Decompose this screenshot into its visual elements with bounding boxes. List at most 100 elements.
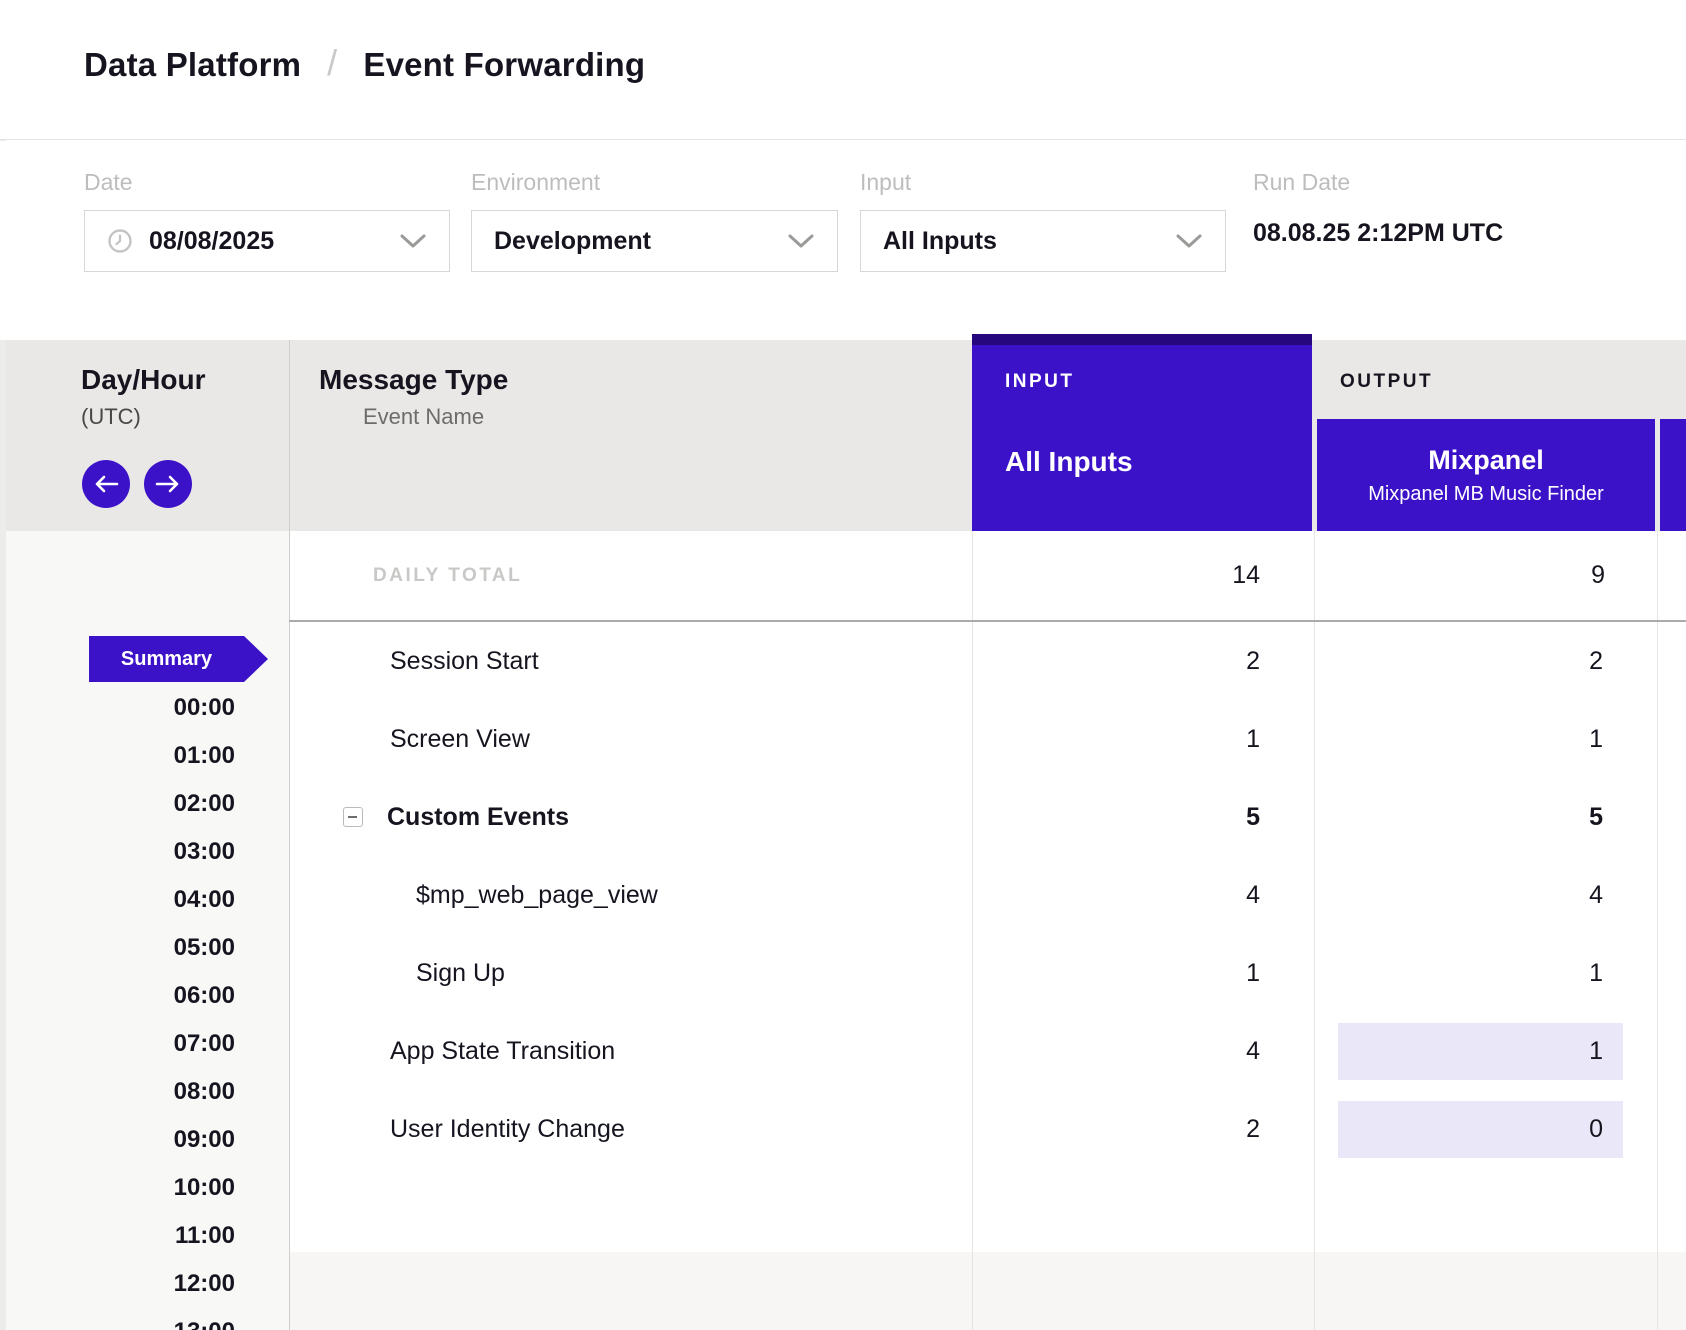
hour-slot-0700[interactable]: 07:00: [6, 1029, 235, 1059]
table-row: Sign Up 1 1: [289, 934, 1686, 1012]
page-header: Data Platform / Event Forwarding: [0, 0, 1686, 140]
event-forwarding-page: Data Platform / Event Forwarding Date 08…: [0, 0, 1686, 1330]
environment-select[interactable]: Development: [471, 210, 838, 272]
day-hour-title: Day/Hour: [81, 364, 205, 396]
collapse-minus-icon[interactable]: [343, 807, 363, 827]
chevron-down-icon: [399, 233, 427, 250]
run-date-value: 08.08.25 2:12PM UTC: [1253, 219, 1503, 248]
event-name-label: $mp_web_page_view: [416, 881, 658, 910]
input-count-cell: 5: [972, 803, 1314, 832]
table-row: User Identity Change 20: [289, 1090, 1686, 1168]
output-count-cell: 1: [1314, 700, 1657, 778]
input-filter: Input All Inputs: [860, 169, 1226, 272]
page-title: Event Forwarding: [363, 46, 645, 84]
mixpanel-subtitle: Mixpanel MB Music Finder: [1317, 483, 1655, 506]
output-count-cell: 1: [1314, 934, 1657, 1012]
input-section-label: INPUT: [1005, 371, 1075, 393]
output-count-cell: 0: [1314, 1090, 1657, 1168]
table-footer-area: [289, 1252, 1686, 1330]
day-hour-subtitle: (UTC): [81, 404, 205, 430]
input-filter-label: Input: [860, 169, 1226, 196]
hour-slot-1000[interactable]: 10:00: [6, 1173, 235, 1203]
output-count-highlighted[interactable]: 1: [1338, 1023, 1623, 1080]
run-date-label: Run Date: [1253, 169, 1503, 196]
hour-slot-0800[interactable]: 08:00: [6, 1077, 235, 1107]
hour-slot-0400[interactable]: 04:00: [6, 885, 235, 915]
chevron-down-icon: [1175, 233, 1203, 250]
filter-bar: Date 08/08/2025 Environment Development: [0, 141, 1686, 340]
input-column-active-strip: [972, 334, 1312, 345]
output-column-header-mixpanel[interactable]: Mixpanel Mixpanel MB Music Finder: [1317, 419, 1655, 532]
output-count-value: 1: [1589, 959, 1657, 988]
output-count-cell: 5: [1314, 778, 1657, 856]
input-count-cell: 1: [972, 959, 1314, 988]
day-navigation: [82, 460, 192, 508]
event-name-label: User Identity Change: [390, 1115, 625, 1144]
summary-arrow-tip: [244, 636, 268, 682]
hour-slot-0900[interactable]: 09:00: [6, 1125, 235, 1155]
event-name-label: Screen View: [390, 725, 530, 754]
mixpanel-title: Mixpanel: [1317, 445, 1655, 476]
output-count-value: 2: [1589, 647, 1657, 676]
hour-slot-1200[interactable]: 12:00: [6, 1269, 235, 1299]
date-filter-label: Date: [84, 169, 450, 196]
breadcrumb-parent[interactable]: Data Platform: [84, 46, 301, 84]
chevron-down-icon: [787, 233, 815, 250]
summary-row-selector[interactable]: Summary: [89, 636, 268, 682]
event-name-label: Custom Events: [387, 803, 569, 832]
breadcrumb: Data Platform / Event Forwarding: [84, 44, 645, 86]
hour-slot-0100[interactable]: 01:00: [6, 741, 235, 771]
input-column-header[interactable]: INPUT All Inputs: [972, 334, 1312, 532]
day-hour-header: Day/Hour (UTC): [81, 364, 205, 430]
table-row: Session Start 2 2: [289, 622, 1686, 700]
table-row: App State Transition41: [289, 1012, 1686, 1090]
input-count-cell: 2: [972, 647, 1314, 676]
next-output-column-partial[interactable]: [1660, 419, 1686, 532]
table-row: Screen View 1 1: [289, 700, 1686, 778]
event-name-subtitle: Event Name: [363, 404, 508, 430]
environment-filter: Environment Development: [471, 169, 838, 272]
input-count-cell: 1: [972, 725, 1314, 754]
output-section-label: OUTPUT: [1340, 371, 1433, 393]
output-count-value: 1: [1589, 725, 1657, 754]
output-count-value: 4: [1589, 881, 1657, 910]
summary-label: Summary: [89, 636, 244, 682]
output-count-highlighted[interactable]: 0: [1338, 1101, 1623, 1158]
output-count-cell: 4: [1314, 856, 1657, 934]
date-filter: Date 08/08/2025: [84, 169, 450, 272]
input-count-cell: 4: [972, 881, 1314, 910]
run-date-filter: Run Date 08.08.25 2:12PM UTC: [1253, 169, 1503, 248]
output-count-cell: 1: [1314, 1012, 1657, 1090]
output-count-value: 5: [1589, 803, 1657, 832]
hour-slot-1100[interactable]: 11:00: [6, 1221, 235, 1251]
previous-day-button[interactable]: [82, 460, 130, 508]
daily-total-input-value: 14: [972, 561, 1314, 590]
event-name-label: Sign Up: [416, 959, 505, 988]
event-name-label: Session Start: [390, 647, 539, 676]
environment-filter-label: Environment: [471, 169, 838, 196]
hour-slot-1300[interactable]: 13:00: [6, 1317, 235, 1330]
breadcrumb-separator: /: [327, 42, 337, 84]
date-select[interactable]: 08/08/2025: [84, 210, 450, 272]
input-value: All Inputs: [883, 227, 997, 256]
arrow-right-icon: [155, 474, 181, 494]
daily-total-output-value: 9: [1314, 561, 1657, 590]
input-select[interactable]: All Inputs: [860, 210, 1226, 272]
table-row: $mp_web_page_view 4 4: [289, 856, 1686, 934]
hour-slot-0300[interactable]: 03:00: [6, 837, 235, 867]
environment-value: Development: [494, 227, 651, 256]
date-value: 08/08/2025: [149, 227, 274, 256]
clock-icon: [107, 228, 133, 254]
hour-slot-0000[interactable]: 00:00: [6, 693, 235, 723]
message-type-title: Message Type: [319, 364, 508, 396]
table-row: Custom Events 5 5: [289, 778, 1686, 856]
hour-slot-0200[interactable]: 02:00: [6, 789, 235, 819]
input-count-cell: 4: [972, 1037, 1314, 1066]
hour-slot-0500[interactable]: 05:00: [6, 933, 235, 963]
message-type-header: Message Type Event Name: [319, 364, 508, 430]
hour-slot-0600[interactable]: 06:00: [6, 981, 235, 1011]
daily-total-row: DAILY TOTAL 14 9: [289, 531, 1686, 620]
next-day-button[interactable]: [144, 460, 192, 508]
output-count-cell: 2: [1314, 622, 1657, 700]
input-count-cell: 2: [972, 1115, 1314, 1144]
